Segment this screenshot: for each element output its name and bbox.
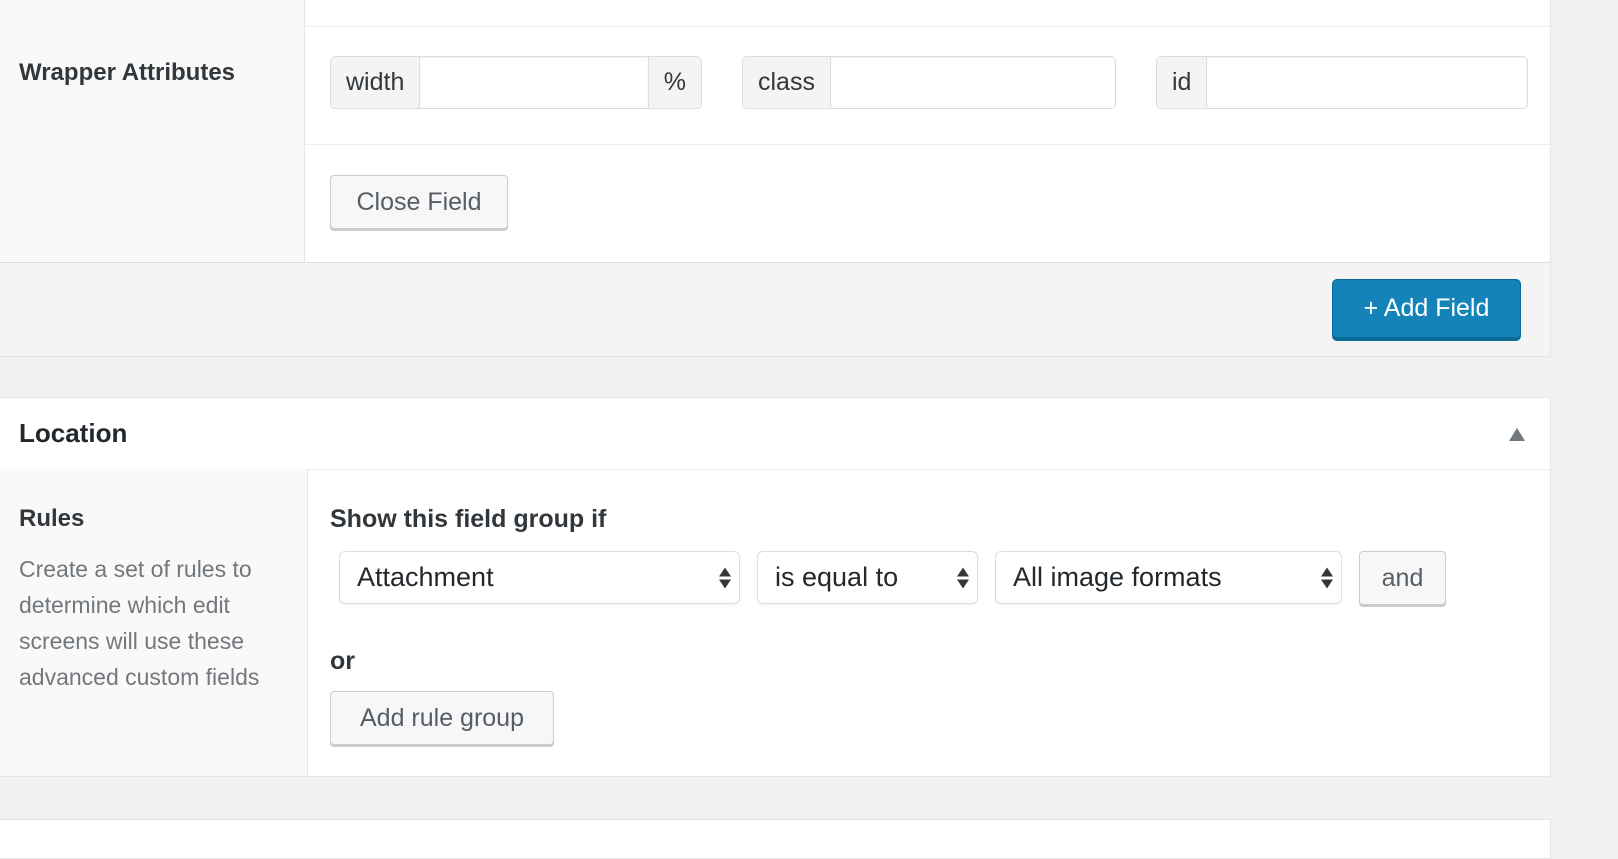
- rule-param-value: Attachment: [357, 562, 494, 592]
- wrapper-attributes-label-cell: Wrapper Attributes: [0, 26, 305, 144]
- add-field-button[interactable]: + Add Field: [1332, 279, 1521, 338]
- wrapper-width-group: width %: [330, 56, 702, 109]
- triangle-up-icon[interactable]: [1509, 428, 1525, 441]
- wrapper-attributes-label: Wrapper Attributes: [19, 59, 236, 86]
- width-suffix: %: [647, 57, 701, 108]
- location-header[interactable]: Location: [0, 398, 1550, 470]
- add-rule-group-button[interactable]: Add rule group: [330, 691, 554, 745]
- rules-row: Rules Create a set of rules to determine…: [0, 469, 1550, 776]
- close-field-button[interactable]: Close Field: [330, 175, 508, 229]
- rule-value-value: All image formats: [1013, 562, 1222, 592]
- wrapper-id-input[interactable]: [1207, 57, 1527, 108]
- rules-label: Rules: [19, 505, 85, 532]
- select-arrows-icon: [957, 567, 969, 588]
- close-field-row: Close Field: [0, 144, 1550, 263]
- class-prefix: class: [743, 57, 831, 108]
- show-if-label: Show this field group if: [330, 505, 607, 533]
- rule-param-select[interactable]: Attachment: [339, 551, 740, 604]
- wrapper-class-group: class: [742, 56, 1116, 109]
- or-label: or: [330, 647, 355, 675]
- location-title: Location: [19, 418, 128, 448]
- rules-label-cell: Rules Create a set of rules to determine…: [0, 469, 308, 776]
- rule-operator-select[interactable]: is equal to: [757, 551, 978, 604]
- wrapper-class-input[interactable]: [830, 57, 1115, 108]
- select-arrows-icon: [1321, 567, 1333, 588]
- previous-row-label-cell: [0, 0, 305, 26]
- close-field-label-cell: [0, 144, 305, 262]
- wrapper-width-input[interactable]: [420, 57, 648, 108]
- next-panel: [0, 819, 1551, 859]
- previous-field-row: [0, 0, 1550, 27]
- fields-panel: Wrapper Attributes width % class id Clos…: [0, 0, 1551, 357]
- id-prefix: id: [1157, 57, 1208, 108]
- rules-description: Create a set of rules to determine which…: [19, 556, 260, 690]
- select-arrows-icon: [719, 567, 731, 588]
- rule-value-select[interactable]: All image formats: [995, 551, 1342, 604]
- wrapper-attributes-row: Wrapper Attributes width % class id: [0, 26, 1550, 145]
- wrapper-id-group: id: [1156, 56, 1528, 109]
- location-panel: Location Rules Create a set of rules to …: [0, 397, 1551, 777]
- width-prefix: width: [331, 57, 421, 108]
- and-button[interactable]: and: [1359, 551, 1446, 605]
- rule-operator-value: is equal to: [775, 562, 899, 592]
- fields-footer: + Add Field: [0, 262, 1550, 356]
